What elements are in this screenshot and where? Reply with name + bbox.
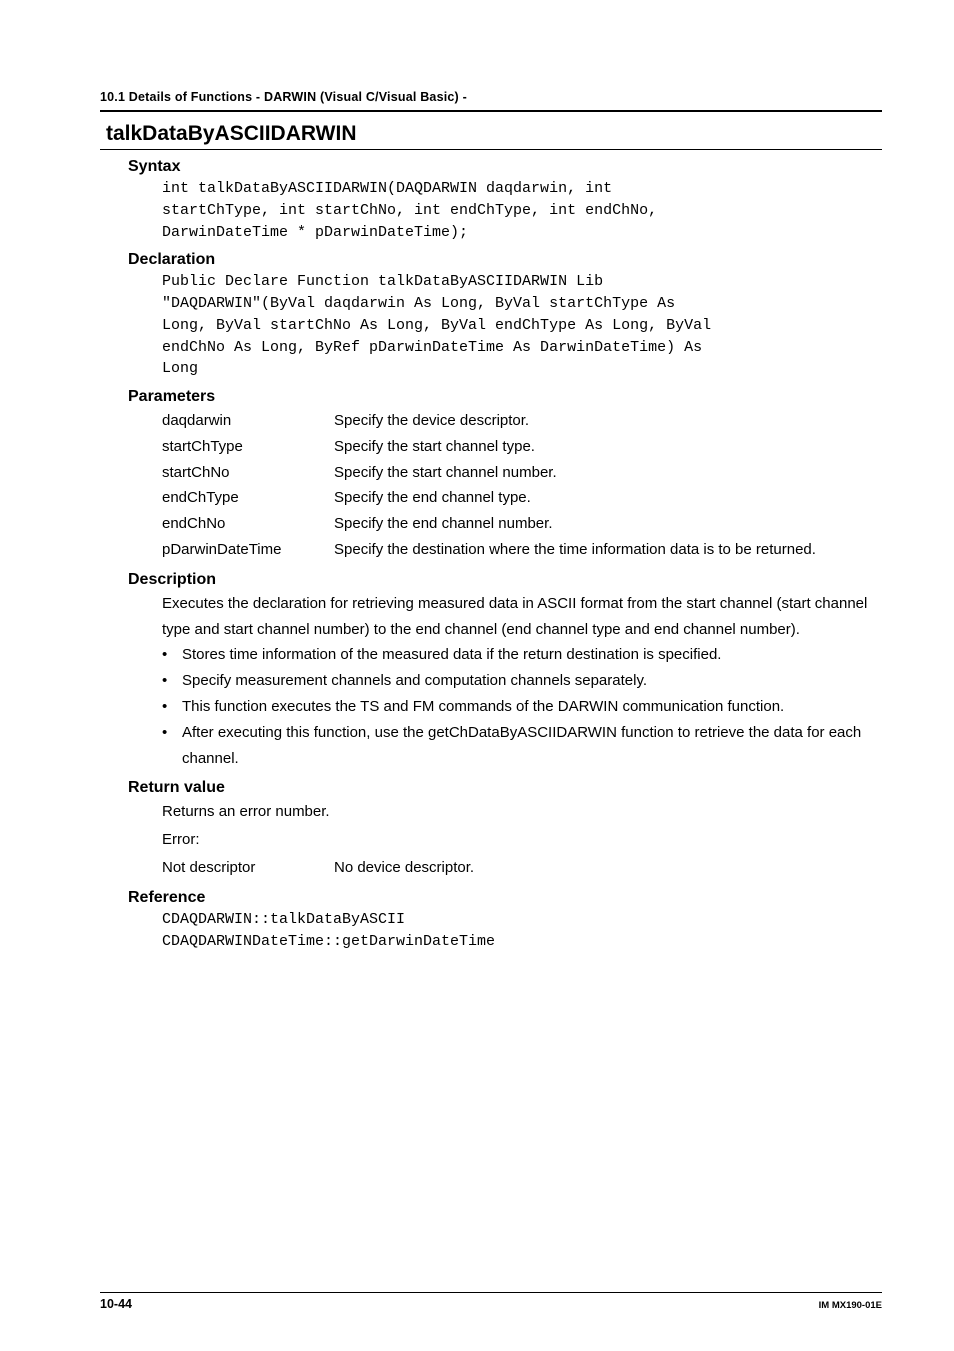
bullet-item: • Specify measurement channels and compu… xyxy=(162,668,882,694)
return-heading: Return value xyxy=(128,779,882,797)
return-text-1: Returns an error number. xyxy=(162,799,882,825)
param-name: pDarwinDateTime xyxy=(162,537,334,563)
reference-heading: Reference xyxy=(128,889,882,907)
footer-content: 10-44 IM MX190-01E xyxy=(100,1297,882,1311)
param-row: pDarwinDateTime Specify the destination … xyxy=(162,537,882,563)
syntax-code: int talkDataByASCIIDARWIN(DAQDARWIN daqd… xyxy=(162,178,882,243)
description-heading: Description xyxy=(128,571,882,589)
reference-code: CDAQDARWIN::talkDataByASCII CDAQDARWINDa… xyxy=(162,909,882,953)
bullet-item: • Stores time information of the measure… xyxy=(162,642,882,668)
parameters-heading: Parameters xyxy=(128,388,882,406)
page-header: 10.1 Details of Functions - DARWIN (Visu… xyxy=(100,90,882,104)
page-number: 10-44 xyxy=(100,1297,132,1311)
param-name: daqdarwin xyxy=(162,408,334,434)
param-desc: Specify the end channel type. xyxy=(334,485,882,511)
return-error-row: Not descriptor No device descriptor. xyxy=(162,855,882,881)
description-intro: Executes the declaration for retrieving … xyxy=(162,591,882,643)
return-text-2: Error: xyxy=(162,827,882,853)
title-rule xyxy=(100,149,882,150)
param-name: endChNo xyxy=(162,511,334,537)
declaration-code: Public Declare Function talkDataByASCIID… xyxy=(162,271,882,380)
param-row: endChType Specify the end channel type. xyxy=(162,485,882,511)
param-row: startChType Specify the start channel ty… xyxy=(162,434,882,460)
param-name: startChNo xyxy=(162,460,334,486)
param-row: Not descriptor No device descriptor. xyxy=(162,855,882,881)
header-rule xyxy=(100,110,882,112)
param-row: endChNo Specify the end channel number. xyxy=(162,511,882,537)
declaration-heading: Declaration xyxy=(128,251,882,269)
error-desc: No device descriptor. xyxy=(334,855,882,881)
param-desc: Specify the start channel type. xyxy=(334,434,882,460)
footer-rule xyxy=(100,1292,882,1293)
description-bullets: • Stores time information of the measure… xyxy=(162,642,882,771)
param-desc: Specify the start channel number. xyxy=(334,460,882,486)
param-name: startChType xyxy=(162,434,334,460)
bullet-icon: • xyxy=(162,720,182,772)
bullet-icon: • xyxy=(162,694,182,720)
bullet-item: • After executing this function, use the… xyxy=(162,720,882,772)
param-desc: Specify the destination where the time i… xyxy=(334,537,882,563)
param-desc: Specify the device descriptor. xyxy=(334,408,882,434)
bullet-text: After executing this function, use the g… xyxy=(182,720,882,772)
bullet-icon: • xyxy=(162,668,182,694)
bullet-item: • This function executes the TS and FM c… xyxy=(162,694,882,720)
bullet-text: Stores time information of the measured … xyxy=(182,642,882,668)
parameters-table: daqdarwin Specify the device descriptor.… xyxy=(162,408,882,563)
bullet-icon: • xyxy=(162,642,182,668)
bullet-text: Specify measurement channels and computa… xyxy=(182,668,882,694)
syntax-heading: Syntax xyxy=(128,158,882,176)
param-row: daqdarwin Specify the device descriptor. xyxy=(162,408,882,434)
error-name: Not descriptor xyxy=(162,855,334,881)
page-footer: 10-44 IM MX190-01E xyxy=(100,1292,882,1311)
document-id: IM MX190-01E xyxy=(819,1300,882,1311)
bullet-text: This function executes the TS and FM com… xyxy=(182,694,882,720)
param-desc: Specify the end channel number. xyxy=(334,511,882,537)
param-name: endChType xyxy=(162,485,334,511)
page: 10.1 Details of Functions - DARWIN (Visu… xyxy=(0,0,954,1351)
function-title: talkDataByASCIIDARWIN xyxy=(106,122,882,146)
param-row: startChNo Specify the start channel numb… xyxy=(162,460,882,486)
